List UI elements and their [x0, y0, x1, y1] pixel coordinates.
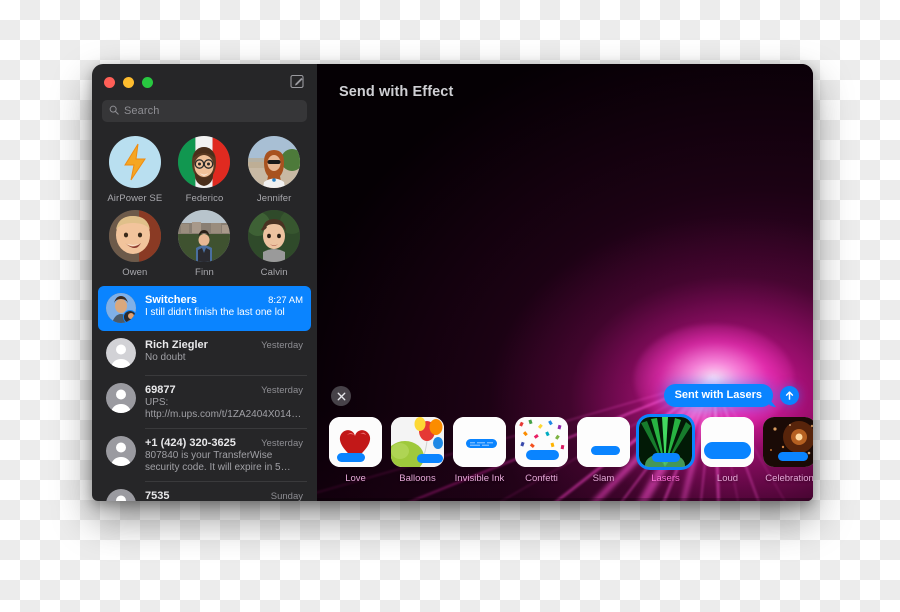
search-container: Search — [92, 100, 317, 130]
effect-option-celebration[interactable]: Celebration — [763, 417, 813, 484]
avatar — [106, 436, 136, 466]
effect-thumbnail — [639, 417, 692, 467]
conversation-name: 7535 — [145, 490, 170, 501]
conversation-name: +1 (424) 320-3625 — [145, 437, 236, 449]
conversation-time: Yesterday — [261, 385, 303, 396]
effect-option-invisible-ink[interactable]: Invisible Ink — [453, 417, 506, 484]
pinned-contact-label: Finn — [195, 267, 214, 278]
pinned-contact-owen[interactable]: Owen — [100, 210, 170, 278]
conversation-body: Rich Ziegler Yesterday No doubt — [145, 338, 303, 368]
avatar — [108, 136, 161, 188]
effect-thumbnail — [701, 417, 754, 467]
message-bubble: Sent with Lasers — [663, 384, 773, 407]
conversation-body: 7535 Sunday AT&T Free Msg: Your account … — [145, 489, 303, 501]
conversation-preview: I still didn't finish the last one lol — [145, 307, 285, 318]
effect-label: Celebration — [765, 473, 813, 484]
pinned-contact-calvin[interactable]: Calvin — [239, 210, 309, 278]
effect-label: Slam — [592, 473, 615, 484]
search-input[interactable]: Search — [102, 100, 307, 122]
conversation-row-switchers[interactable]: Switchers 8:27 AM I still didn't finish … — [98, 286, 311, 331]
pinned-contact-finn[interactable]: Finn — [170, 210, 240, 278]
avatar — [106, 293, 136, 323]
conversation-row-424-320-3625[interactable]: +1 (424) 320-3625 Yesterday 807840 is yo… — [98, 429, 311, 482]
conversation-row-69877[interactable]: 69877 Yesterday UPS: http://m.ups.com/t/… — [98, 376, 311, 429]
avatar — [106, 489, 136, 501]
send-button[interactable] — [780, 386, 799, 405]
effect-option-lasers[interactable]: Lasers — [639, 417, 692, 484]
pinned-contact-label: Calvin — [260, 267, 288, 278]
close-effects-button[interactable] — [331, 386, 351, 406]
effect-label: Confetti — [525, 473, 558, 484]
compose-icon[interactable] — [290, 74, 305, 89]
conversation-header: Switchers 8:27 AM — [145, 294, 303, 306]
conversation-name: Switchers — [145, 294, 197, 306]
effect-label: Love — [345, 473, 366, 484]
minimize-window-button[interactable] — [123, 76, 134, 88]
search-icon — [109, 102, 119, 120]
effect-label: Balloons — [399, 473, 436, 484]
conversation-body: 69877 Yesterday UPS: http://m.ups.com/t/… — [145, 383, 303, 421]
conversation-header: Rich Ziegler Yesterday — [145, 339, 303, 351]
conversation-time: Yesterday — [261, 340, 303, 351]
conversation-row-7535[interactable]: 7535 Sunday AT&T Free Msg: Your account … — [98, 482, 311, 501]
effect-thumbnail — [391, 417, 444, 467]
conversation-preview: 807840 is your TransferWise security cod… — [145, 450, 281, 473]
effect-thumbnail — [453, 417, 506, 467]
avatar — [248, 210, 301, 262]
conversation-name: Rich Ziegler — [145, 339, 208, 351]
sidebar: Search AirPower SE Federico Jennifer Owe… — [92, 64, 317, 501]
page-title: Send with Effect — [339, 84, 454, 100]
conversation-time: Sunday — [270, 491, 303, 501]
zoom-window-button[interactable] — [142, 76, 153, 88]
conversation-name: 69877 — [145, 384, 176, 396]
title-bar — [92, 64, 317, 100]
conversation-header: +1 (424) 320-3625 Yesterday — [145, 437, 303, 449]
pinned-contact-label: Jennifer — [256, 193, 292, 204]
effects-preview-panel: Send with Effect Sent with Lasers Love B… — [317, 64, 813, 501]
conversation-list: Switchers 8:27 AM I still didn't finish … — [92, 280, 317, 501]
pinned-contact-label: Owen — [122, 267, 148, 278]
pinned-contact-label: Federico — [185, 193, 224, 204]
group-badge — [123, 310, 136, 323]
effect-thumbnail — [515, 417, 568, 467]
conversation-row-rich-ziegler[interactable]: Rich Ziegler Yesterday No doubt — [98, 331, 311, 376]
conversation-preview: No doubt — [145, 352, 186, 363]
pinned-contacts-grid: AirPower SE Federico Jennifer Owen Finn … — [92, 130, 317, 280]
effect-option-love[interactable]: Love — [329, 417, 382, 484]
avatar — [108, 210, 161, 262]
effect-option-loud[interactable]: Loud — [701, 417, 754, 484]
avatar — [178, 136, 231, 188]
avatar — [106, 383, 136, 413]
effect-thumbnail — [763, 417, 813, 467]
pinned-contact-jennifer[interactable]: Jennifer — [239, 136, 309, 204]
effect-option-confetti[interactable]: Confetti — [515, 417, 568, 484]
effect-label: Lasers — [651, 473, 680, 484]
conversation-time: Yesterday — [261, 438, 303, 449]
traffic-lights[interactable] — [104, 76, 153, 88]
messages-window: Search AirPower SE Federico Jennifer Owe… — [92, 64, 813, 501]
conversation-body: Switchers 8:27 AM I still didn't finish … — [145, 293, 303, 323]
conversation-header: 69877 Yesterday — [145, 384, 303, 396]
effects-strip: Love Balloons Invisible Ink Confetti Sla… — [317, 409, 813, 501]
conversation-body: +1 (424) 320-3625 Yesterday 807840 is yo… — [145, 436, 303, 474]
pinned-contact-airpower-se[interactable]: AirPower SE — [100, 136, 170, 204]
effect-option-slam[interactable]: Slam — [577, 417, 630, 484]
effect-thumbnail — [329, 417, 382, 467]
avatar — [248, 136, 301, 188]
message-preview-row: Sent with Lasers — [663, 384, 799, 407]
search-placeholder: Search — [124, 105, 160, 117]
pinned-contact-label: AirPower SE — [107, 193, 163, 204]
effect-label: Loud — [716, 473, 739, 484]
avatar — [178, 210, 231, 262]
conversation-time: 8:27 AM — [268, 295, 303, 306]
effect-label: Invisible Ink — [454, 473, 505, 484]
conversation-preview: UPS: http://m.ups.com/t/1ZA2404X01476417… — [145, 397, 303, 420]
close-window-button[interactable] — [104, 76, 115, 88]
conversation-header: 7535 Sunday — [145, 490, 303, 501]
pinned-contact-federico[interactable]: Federico — [170, 136, 240, 204]
effect-option-balloons[interactable]: Balloons — [391, 417, 444, 484]
avatar — [106, 338, 136, 368]
screenshot-canvas: Search AirPower SE Federico Jennifer Owe… — [0, 0, 900, 612]
effect-thumbnail — [577, 417, 630, 467]
